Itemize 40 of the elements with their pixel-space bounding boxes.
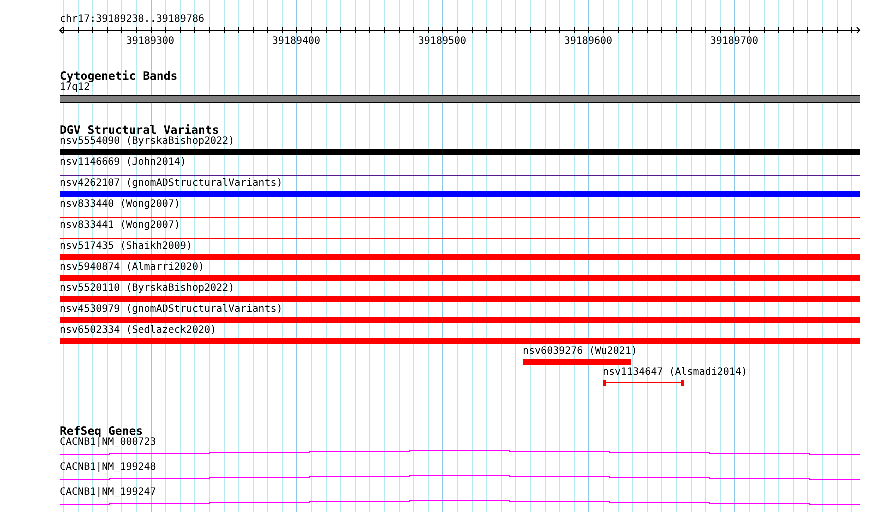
variant-line[interactable]	[60, 175, 860, 176]
variant-span-drawing[interactable]	[603, 380, 684, 386]
feature-label: nsv6502334 (Sedlazeck2020)	[60, 325, 217, 337]
gene-line-drawing[interactable]	[60, 500, 860, 507]
track-title: RefSeq Genes	[60, 425, 144, 437]
gene-line-drawing[interactable]	[60, 475, 860, 482]
variant-bar[interactable]	[60, 149, 860, 155]
feature-label: nsv833440 (Wong2007)	[60, 199, 180, 211]
feature-label: nsv1134647 (Alsmadi2014)	[603, 367, 748, 379]
feature-label: CACNB1|NM_199247	[60, 487, 156, 499]
ruler-tick-label: 39189700	[710, 36, 759, 47]
gene-line-drawing[interactable]	[60, 450, 860, 457]
track-title: DGV Structural Variants	[60, 124, 220, 136]
ruler-tick-label: 39189300	[126, 36, 175, 47]
variant-line[interactable]	[60, 238, 860, 239]
feature-label: nsv517435 (Shaikh2009)	[60, 241, 192, 253]
variant-bar[interactable]	[60, 254, 860, 260]
feature-label: 17q12	[60, 82, 90, 94]
feature-label: nsv1146669 (John2014)	[60, 157, 186, 169]
variant-bar[interactable]	[523, 359, 631, 365]
ruler-tick-label: 39189500	[418, 36, 467, 47]
variant-line[interactable]	[60, 217, 860, 218]
feature-label: nsv5940874 (Almarri2020)	[60, 262, 204, 274]
feature-label: nsv4262107 (gnomADStructuralVariants)	[60, 178, 283, 190]
feature-label: nsv833441 (Wong2007)	[60, 220, 180, 232]
feature-label: CACNB1|NM_000723	[60, 437, 156, 449]
ruler-tick-label: 39189400	[272, 36, 321, 47]
feature-label: nsv4530979 (gnomADStructuralVariants)	[60, 304, 283, 316]
feature-label: nsv5554090 (ByrskaBishop2022)	[60, 136, 235, 148]
location-text: chr17:39189238..39189786	[60, 14, 205, 26]
feature-label: nsv6039276 (Wu2021)	[523, 346, 638, 358]
variant-bar[interactable]	[60, 317, 860, 323]
feature-label: CACNB1|NM_199248	[60, 462, 156, 474]
ruler-tick-label: 39189600	[564, 36, 613, 47]
variant-bar[interactable]	[60, 296, 860, 302]
track-title: Cytogenetic Bands	[60, 70, 178, 82]
variant-bar[interactable]	[60, 275, 860, 281]
variant-bar[interactable]	[60, 191, 860, 197]
feature-label: nsv5520110 (ByrskaBishop2022)	[60, 283, 235, 295]
variant-bar[interactable]	[60, 338, 860, 344]
